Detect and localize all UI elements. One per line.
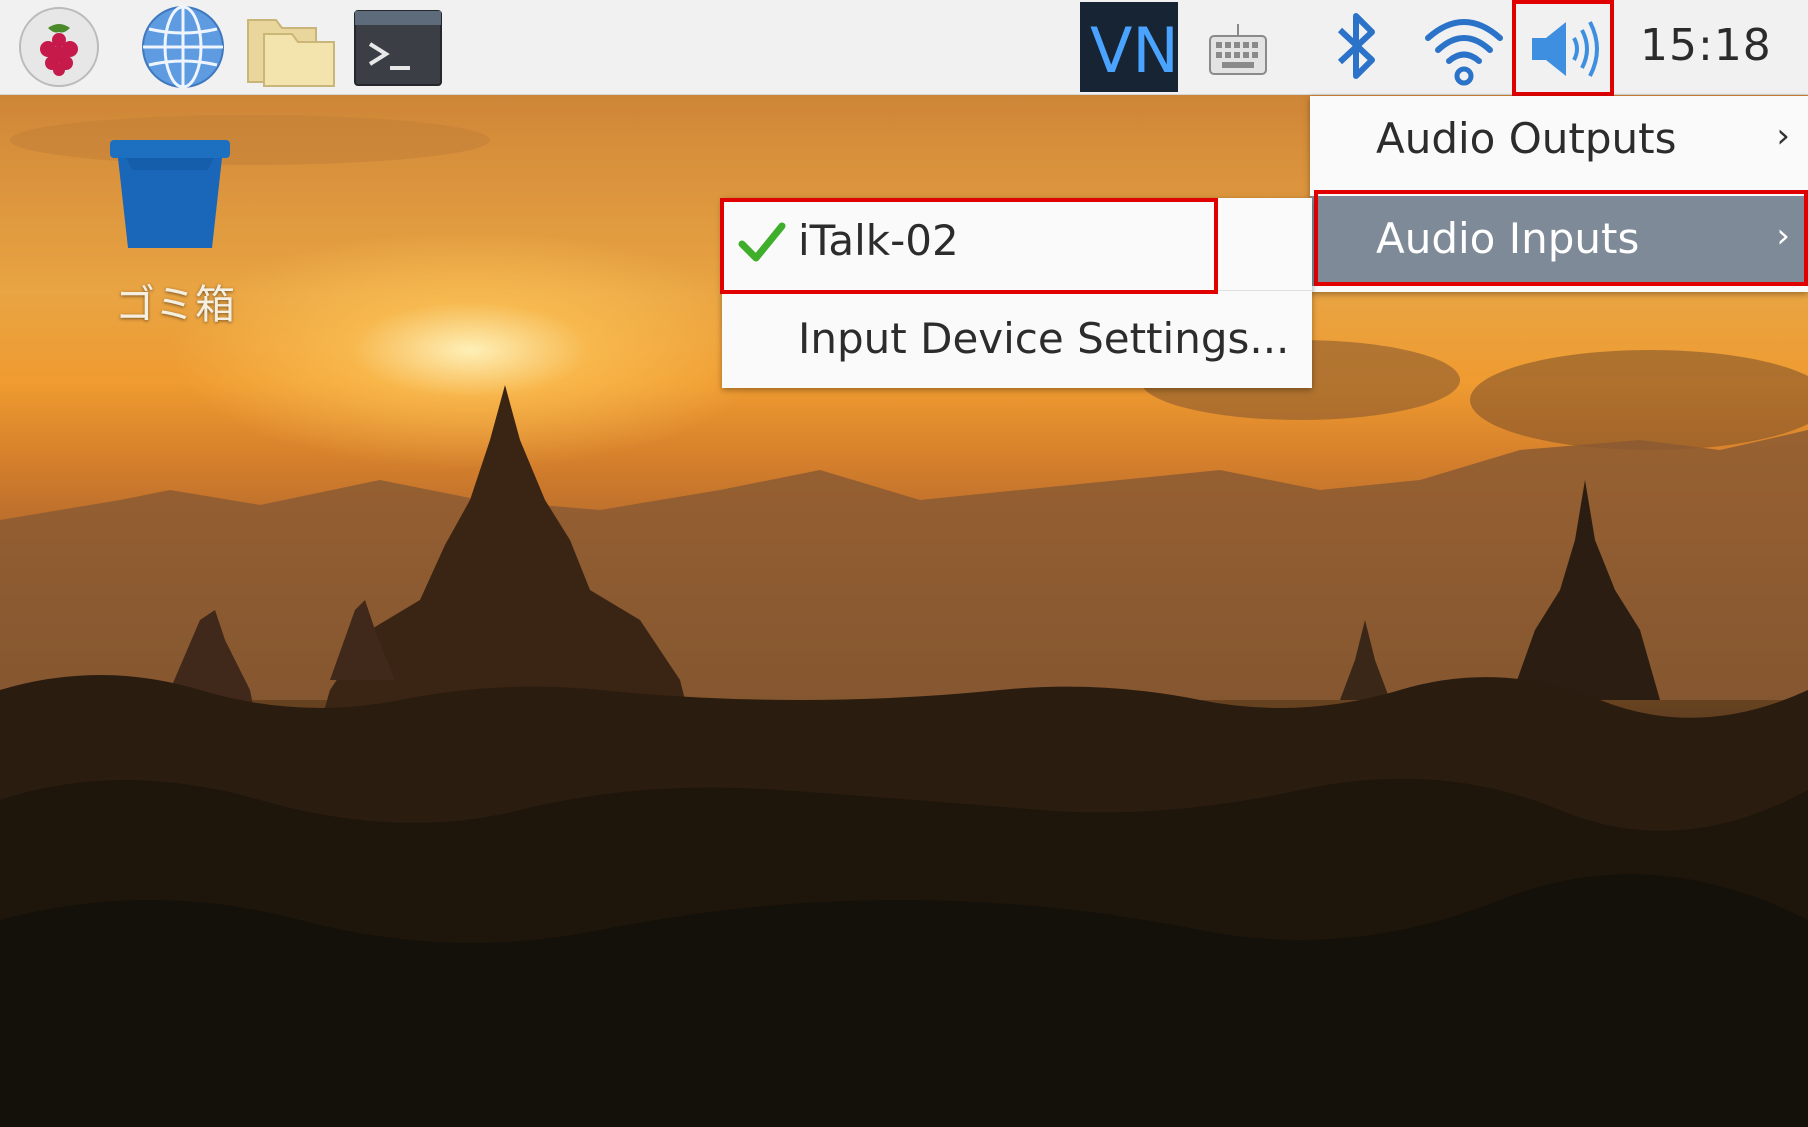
audio-inputs-highlight xyxy=(1314,190,1808,286)
menu-item-label: Audio Outputs xyxy=(1376,114,1677,163)
menu-item-input-device-settings[interactable]: Input Device Settings... xyxy=(722,294,1312,384)
trash-icon[interactable] xyxy=(108,136,232,252)
folder-icon[interactable] xyxy=(246,12,338,88)
vnc-icon[interactable]: VNC xyxy=(1080,2,1178,92)
vnc-label: VNC xyxy=(1090,14,1178,87)
bluetooth-icon[interactable] xyxy=(1332,8,1382,88)
volume-icon-highlight xyxy=(1512,0,1614,96)
menu-item-audio-outputs[interactable]: Audio Outputs › xyxy=(1310,96,1808,186)
terminal-icon[interactable] xyxy=(354,10,442,86)
chevron-right-icon: › xyxy=(1776,116,1790,156)
raspberry-menu-icon[interactable] xyxy=(14,6,104,88)
italk-02-highlight xyxy=(720,198,1218,294)
globe-icon[interactable] xyxy=(140,4,226,90)
clock[interactable]: 15:18 xyxy=(1640,20,1771,74)
wifi-icon[interactable] xyxy=(1422,10,1506,88)
trash-label[interactable]: ゴミ箱 xyxy=(100,272,250,330)
menu-item-label: Input Device Settings... xyxy=(798,314,1290,363)
keyboard-icon[interactable] xyxy=(1208,22,1268,78)
